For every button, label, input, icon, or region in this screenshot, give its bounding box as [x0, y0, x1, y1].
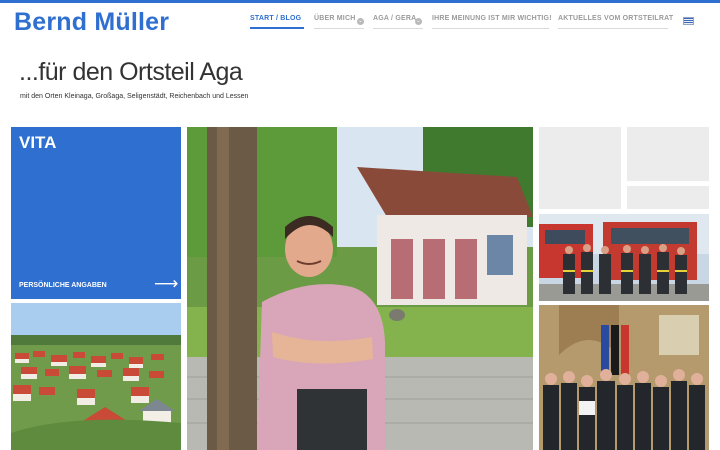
portrait-photo-tile[interactable] [187, 127, 533, 450]
fire-brigade-photo-tile[interactable] [539, 214, 709, 301]
chevron-down-icon: ⌄ [357, 18, 364, 25]
nav-item-start-blog[interactable]: START / BLOG [250, 15, 304, 29]
nav-underline [432, 28, 549, 29]
nav-item-ihre-meinung[interactable]: IHRE MEINUNG IST MIR WICHTIG! [432, 15, 552, 29]
arrow-right-icon: ⟶ [154, 274, 179, 293]
village-photo-tile[interactable] [11, 303, 181, 450]
fire-brigade-photo [539, 214, 709, 301]
nav-item-aga-gera[interactable]: AGA / GERA ⌄ [373, 15, 423, 29]
site-title[interactable]: Bernd Müller [14, 8, 169, 37]
placeholder-tile [627, 127, 709, 181]
event-group-photo [539, 305, 709, 450]
nav-label: START / BLOG [250, 15, 302, 22]
vita-tile[interactable]: VITA PERSÖNLICHE ANGABEN ⟶ [11, 127, 181, 299]
nav-underline [314, 28, 364, 29]
portrait-photo [187, 127, 533, 450]
page-tagline: ...für den Ortsteil Aga [19, 58, 243, 86]
nav-label: AGA / GERA [373, 15, 417, 22]
vita-subtitle: PERSÖNLICHE ANGABEN [19, 282, 107, 289]
village-photo [11, 303, 181, 450]
chevron-down-icon: ⌄ [415, 18, 422, 25]
nav-label: IHRE MEINUNG IST MIR WICHTIG! [432, 15, 552, 22]
nav-label: ÜBER MICH [314, 15, 356, 22]
nav-underline [250, 27, 304, 29]
nav-label: AKTUELLES VOM ORTSTEILRAT [558, 15, 674, 22]
top-accent-bar [0, 0, 720, 3]
nav-underline [558, 28, 668, 29]
nav-item-aktuelles[interactable]: AKTUELLES VOM ORTSTEILRAT [558, 15, 673, 29]
placeholder-tile [627, 186, 709, 209]
event-group-photo-tile[interactable] [539, 305, 709, 450]
vita-title: VITA [19, 133, 57, 152]
nav-underline [373, 28, 423, 29]
placeholder-tile [539, 127, 621, 209]
page-subtagline: mit den Orten Kleinaga, Großaga, Seligen… [20, 93, 249, 100]
flag-icon[interactable] [683, 17, 694, 25]
nav-item-ueber-mich[interactable]: ÜBER MICH ⌄ [314, 15, 364, 29]
